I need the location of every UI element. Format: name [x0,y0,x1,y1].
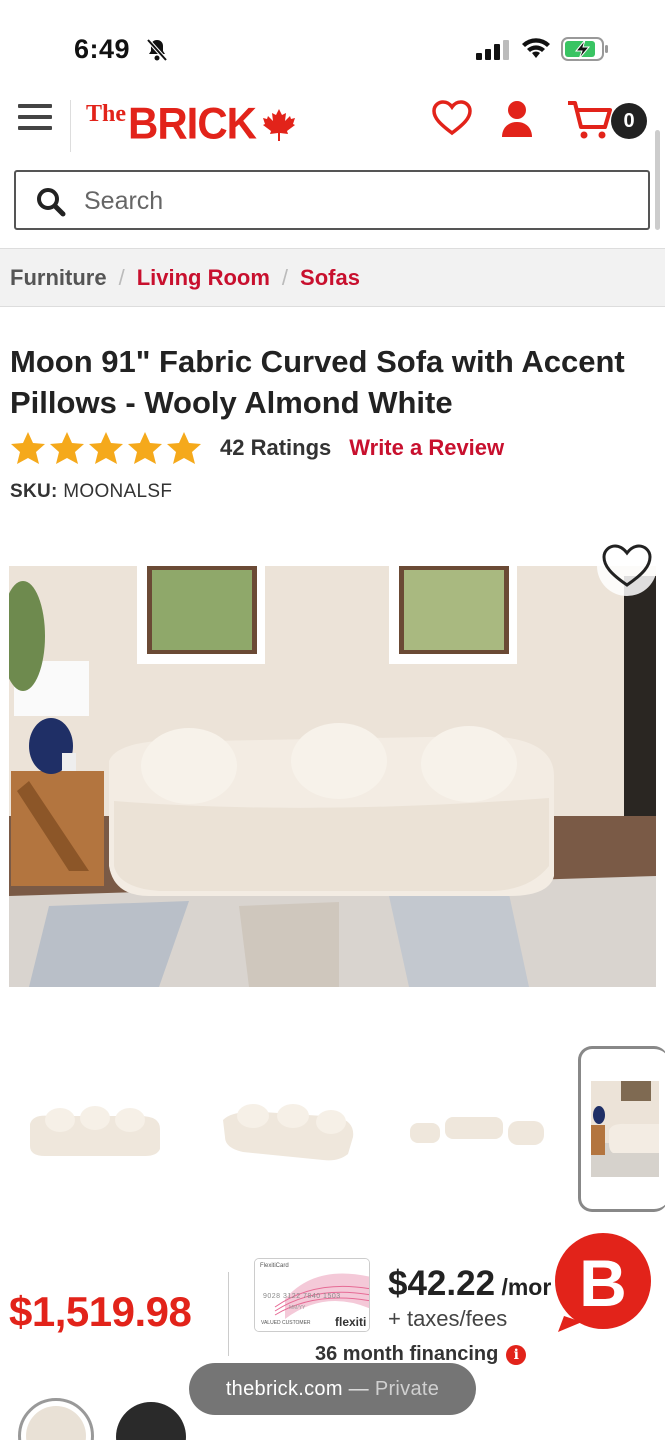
thumbnail-sofa-angled[interactable] [200,1046,370,1212]
star-icon [50,431,84,464]
product-sku: SKU: MOONALSF [10,481,172,503]
browser-url-pill[interactable]: thebrick.com — Private [189,1363,476,1415]
sofa-room-scene-image [9,566,656,987]
card-expiry: MM/YY [289,1305,306,1311]
taxes-note: + taxes/fees [388,1306,508,1331]
price-divider [228,1272,229,1356]
card-label: FlexitiCard [260,1263,289,1269]
cellular-signal-icon [476,40,509,60]
sku-value: MOONALSF [63,481,173,502]
star-icon [167,431,201,464]
heart-outline-icon [602,544,652,587]
browser-separator: — [342,1378,375,1400]
info-icon[interactable]: i [506,1344,527,1365]
browser-mode: Private [374,1378,440,1400]
thumbnail-sofa-room[interactable] [578,1046,665,1212]
chat-brand-b-icon: B [579,1246,627,1320]
menu-button[interactable] [18,104,52,132]
product-price: $1,519.98 [9,1288,192,1335]
site-header: The BRICK 0 [0,92,665,158]
breadcrumb: Furniture / Living Room / Sofas [0,248,665,307]
star-icon [11,431,45,464]
wifi-icon [522,38,550,58]
card-number: 9028 3122 7840 1503 [263,1293,341,1300]
search-bar[interactable] [14,170,650,230]
logo-prefix: The [86,101,127,127]
color-swatch-dark[interactable] [116,1402,186,1440]
bell-slash-icon [146,38,168,62]
sofa-front-thumbnail-image [30,1106,160,1156]
card-brand: flexiti [335,1315,367,1329]
maple-leaf-icon [263,109,296,141]
battery-charging-icon [561,37,608,61]
sofa-room-thumbnail-image [590,1081,659,1177]
sofa-angled-thumbnail-image [222,1103,353,1160]
thumbnail-sofa-set[interactable] [390,1046,560,1212]
flexiti-card-image[interactable]: FlexitiCard 9028 3122 7840 1503 MM/YY VA… [254,1258,370,1332]
ratings-count[interactable]: 42 Ratings [220,435,331,461]
monthly-payment: $42.22 /mor [388,1264,551,1304]
product-main-image[interactable] [9,566,656,987]
card-holder: VALUED CUSTOMER [261,1320,311,1326]
hamburger-icon-bar [18,115,52,119]
add-to-wishlist-button[interactable] [597,536,657,596]
product-rating: 42 Ratings Write a Review [10,428,504,468]
logo-wordmark: BRICK [128,98,257,149]
thumbnail-strip [0,1046,665,1212]
star-rating[interactable] [10,431,202,466]
color-swatch-almond-white[interactable] [18,1398,94,1440]
hamburger-icon-bar [18,126,52,130]
browser-domain: thebrick.com [225,1378,343,1400]
status-bar: 6:49 [0,0,665,92]
cart-count-badge[interactable]: 0 [611,103,647,139]
wishlist-heart-icon[interactable] [432,100,472,136]
breadcrumb-sofas[interactable]: Sofas [300,265,360,291]
breadcrumb-living-room[interactable]: Living Room [137,265,270,291]
sofa-set-thumbnail-image [410,1117,544,1145]
sku-label: SKU: [10,481,58,502]
monthly-suffix: /mor [495,1274,552,1300]
brand-logo[interactable]: The BRICK [86,98,296,148]
breadcrumb-separator: / [281,264,289,290]
account-user-icon[interactable] [500,100,534,138]
hamburger-icon-bar [18,104,52,108]
swatch-fill [26,1406,86,1440]
product-title: Moon 91" Fabric Curved Sofa with Accent … [10,344,625,420]
status-time: 6:49 [74,34,131,64]
breadcrumb-separator: / [118,264,125,290]
cart-icon[interactable] [566,99,614,141]
page-scrollbar[interactable] [655,130,660,230]
write-review-link[interactable]: Write a Review [349,435,504,461]
star-icon [89,431,123,464]
star-icon [128,431,162,464]
search-icon[interactable] [36,187,66,217]
thumbnail-sofa-front[interactable] [10,1046,180,1212]
breadcrumb-furniture[interactable]: Furniture [10,265,107,291]
monthly-amount: $42.22 [388,1264,496,1303]
chat-support-button[interactable]: B [552,1232,654,1334]
header-divider [70,100,71,152]
search-input[interactable] [84,182,624,220]
